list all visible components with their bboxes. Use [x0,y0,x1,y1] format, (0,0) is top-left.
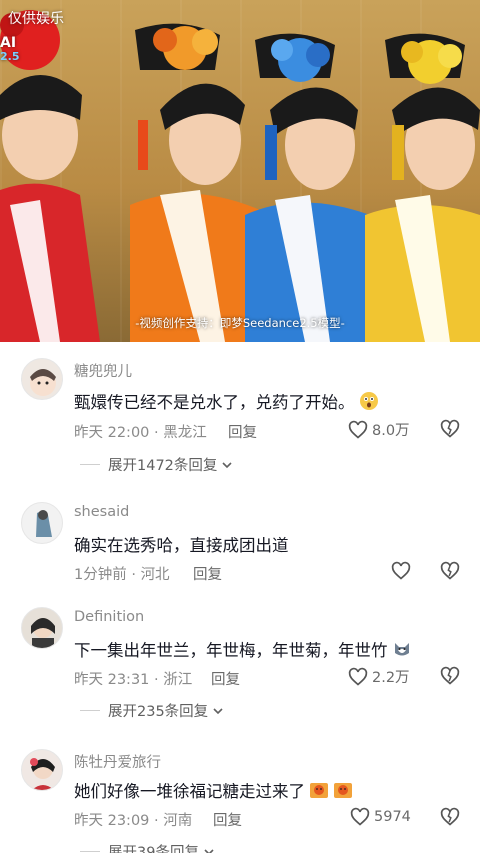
candy-emoji [310,783,328,798]
like-count: 8.0万 [372,423,410,439]
comment-text: 甄嬛传已经不是兑水了，兑药了开始。 [74,389,379,413]
expand-replies-button[interactable]: 展开39条回复 [80,841,216,853]
heart-icon [348,420,368,439]
candy-emoji [334,783,352,798]
dislike-button[interactable] [440,666,460,690]
video-illustration [0,10,480,342]
comment-meta: 昨天 22:00 · 黑龙江 [74,425,207,441]
video-credit-caption: -视频创作支持：即梦Seedance2.5模型- [135,316,345,330]
chevron-down-icon [213,707,223,714]
broken-heart-icon [440,419,460,438]
heart-icon [350,807,370,826]
avatar[interactable] [21,749,63,791]
expand-replies-button[interactable]: 展开235条回复 [80,700,225,721]
dislike-button[interactable] [440,561,460,585]
broken-heart-icon [440,666,460,685]
like-button[interactable] [391,561,411,581]
broken-heart-icon [440,807,460,826]
ai-generated-tag: AI 2.5 [0,35,20,63]
comment-text: 下一集出年世兰，年世梅，年世菊，年世竹 [74,637,412,661]
comment-username[interactable]: shesaid [74,504,129,520]
divider [80,851,100,852]
comment-text: 确实在选秀哈，直接成团出道 [74,536,289,555]
video-watermark: 仅供娱乐 [8,11,64,27]
heart-icon [391,561,411,580]
like-button[interactable]: 2.2万 [348,666,410,687]
reply-button[interactable]: 回复 [213,809,242,830]
avatar[interactable] [21,607,63,649]
comment-text: 她们好像一堆徐福记糖走过来了 [74,778,353,802]
astonished-face-emoji [359,392,378,410]
like-button[interactable]: 5974 [350,807,411,827]
divider [80,710,100,711]
heart-icon [348,667,368,686]
like-count: 2.2万 [372,670,410,686]
reply-button[interactable]: 回复 [211,668,240,689]
avatar[interactable] [21,502,63,544]
comment-meta: 1分钟前 · 河北 [74,567,170,583]
like-button[interactable]: 8.0万 [348,419,410,440]
reply-button[interactable]: 回复 [228,421,257,442]
expand-replies-button[interactable]: 展开1472条回复 [80,454,234,475]
comment-username[interactable]: 糖兜兜儿 [74,360,132,381]
figure-blue [245,33,375,342]
chevron-down-icon [204,848,214,853]
dislike-button[interactable] [440,807,460,831]
comment-username[interactable]: 陈牡丹爱旅行 [74,751,161,772]
figure-yellow [365,33,480,342]
comment-username[interactable]: Definition [74,609,144,625]
avatar[interactable] [21,358,63,400]
comment-meta: 昨天 23:31 · 浙江 [74,672,193,688]
video-frame[interactable]: 仅供娱乐 AI 2.5 -视频创作支持：即梦Seedance2.5模型- [0,0,480,342]
divider [80,464,100,465]
like-count: 5974 [374,809,411,825]
husky-dog-emoji [394,643,409,656]
comment-meta: 昨天 23:09 · 河南 [74,813,193,829]
dislike-button[interactable] [440,419,460,443]
chevron-down-icon [222,461,232,468]
reply-button[interactable]: 回复 [193,563,222,584]
broken-heart-icon [440,561,460,580]
